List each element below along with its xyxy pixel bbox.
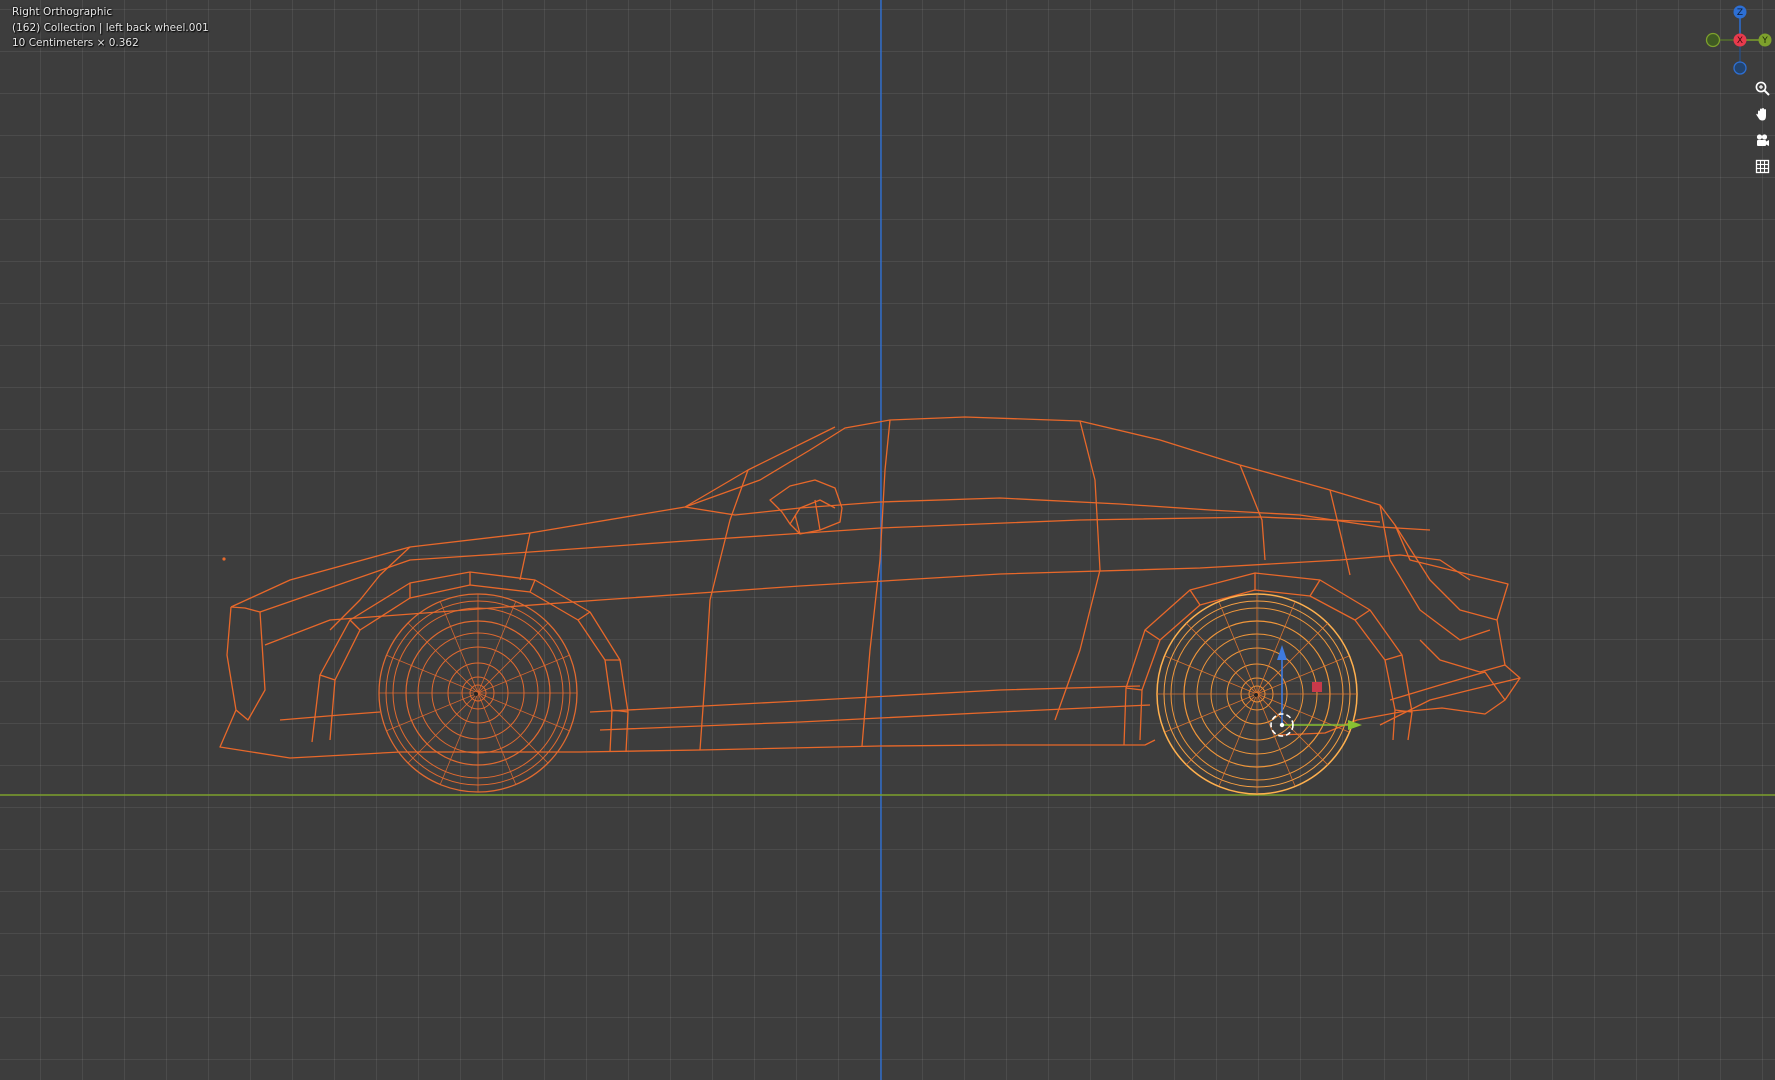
gizmo-y-handle[interactable]: Y [1758,33,1772,47]
view-name-label: Right Orthographic [12,6,113,18]
gizmo-y-label: Y [1761,36,1768,46]
navigation-gizmo[interactable]: Z Y X [1700,4,1775,76]
scale-info-label: 10 Centimeters × 0.362 [12,37,139,49]
stray-vertex [222,557,226,561]
front-wheel-wireframe [378,593,578,793]
viewport-info-overlay: Right Orthographic (162) Collection | le… [12,5,209,52]
gizmo-yz-plane-handle[interactable] [1312,682,1322,692]
gizmo-z-arrowhead[interactable] [1277,645,1287,660]
zoom-icon [1755,81,1770,96]
gizmo-neg-y-handle[interactable] [1705,32,1721,48]
gizmo-x-label: X [1737,36,1743,46]
toggle-ortho-button[interactable] [1750,154,1774,178]
camera-view-button[interactable] [1750,128,1774,152]
hand-pan-icon [1755,107,1766,120]
zoom-button[interactable] [1750,76,1774,100]
camera-view-icon [1756,133,1769,146]
navigation-tools [1750,76,1775,180]
ortho-grid-icon [1755,159,1769,173]
gizmo-z-label: Z [1737,8,1743,18]
scene-canvas[interactable] [0,0,1775,1080]
gizmo-neg-z-handle[interactable] [1733,61,1747,75]
collection-info-label: (162) Collection | left back wheel.001 [12,21,209,34]
gizmo-x-handle[interactable]: X [1733,33,1747,47]
pan-button[interactable] [1750,102,1774,126]
rear-wheel-wireframe [1156,593,1358,795]
gizmo-z-handle[interactable]: Z [1733,5,1747,19]
transform-gizmo[interactable] [1270,645,1362,737]
car-body-wireframe [219,416,1521,759]
